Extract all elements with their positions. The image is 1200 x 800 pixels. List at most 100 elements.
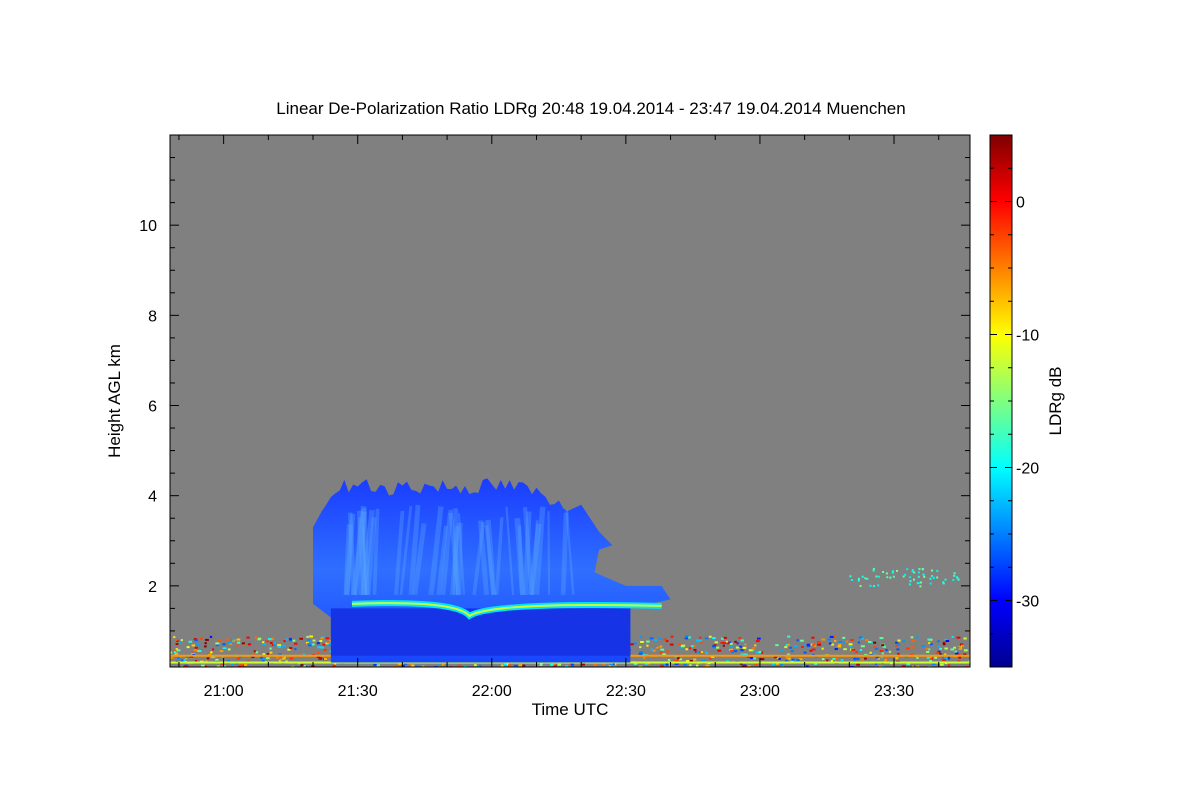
clutter-pixel (954, 650, 957, 653)
clutter-pixel (654, 638, 657, 641)
clutter-pixel (660, 664, 664, 667)
clutter-pixel (785, 644, 788, 647)
clutter-pixel (293, 642, 298, 645)
clutter-pixel (639, 646, 642, 649)
clutter-pixel (522, 664, 526, 667)
clutter-pixel (318, 657, 322, 660)
clutter-pixel (175, 638, 178, 641)
clutter-pixel (942, 643, 946, 646)
clutter-pixel (696, 639, 699, 642)
clutter-pixel (273, 642, 276, 645)
echo-pixel (864, 577, 867, 580)
clutter-pixel (176, 649, 181, 652)
clutter-pixel (780, 648, 785, 651)
clutter-pixel (319, 639, 323, 642)
clutter-pixel (215, 658, 219, 661)
clutter-pixel (319, 646, 323, 649)
clutter-pixel (742, 646, 747, 649)
clutter-pixel (780, 664, 783, 667)
clutter-pixel (857, 641, 860, 644)
clutter-pixel (215, 642, 220, 645)
clutter-pixel (253, 650, 256, 653)
clutter-pixel (715, 646, 720, 649)
x-tick-label: 22:00 (472, 683, 512, 700)
clutter-pixel (743, 644, 748, 647)
clutter-pixel (730, 645, 733, 648)
clutter-pixel (289, 647, 293, 650)
clutter-pixel (222, 647, 227, 650)
colorbar-tick-label: -20 (1016, 461, 1039, 478)
y-tick-label: 6 (148, 399, 157, 416)
clutter-pixel (666, 650, 670, 653)
clutter-pixel (267, 638, 272, 641)
clutter-pixel (280, 658, 283, 661)
clutter-pixel (663, 638, 667, 641)
clutter-pixel (954, 652, 959, 655)
clutter-pixel (790, 650, 794, 653)
clutter-pixel (897, 639, 901, 642)
clutter-pixel (693, 658, 697, 661)
clutter-pixel (958, 647, 963, 650)
clutter-pixel (180, 639, 183, 642)
x-tick-label: 23:30 (874, 683, 914, 700)
clutter-pixel (308, 642, 313, 645)
clutter-pixel (689, 664, 692, 667)
clutter-pixel (550, 663, 554, 666)
echo-pixel (861, 575, 864, 578)
echo-pixel (942, 581, 945, 584)
clutter-pixel (753, 657, 757, 660)
clutter-pixel (879, 637, 884, 640)
cloud-streak (560, 512, 569, 595)
clutter-pixel (186, 646, 190, 649)
echo-pixel (891, 570, 894, 573)
clutter-pixel (211, 648, 215, 651)
echo-pixel (906, 568, 909, 571)
clutter-pixel (198, 649, 202, 652)
clutter-pixel (865, 639, 869, 642)
clutter-pixel (683, 663, 687, 666)
clutter-pixel (236, 638, 241, 641)
clutter-pixel (219, 650, 224, 653)
clutter-pixel (934, 656, 938, 659)
clutter-pixel (236, 657, 240, 660)
clutter-pixel (241, 642, 245, 645)
clutter-pixel (811, 648, 816, 651)
clutter-pixel (325, 637, 330, 640)
clutter-pixel (581, 663, 585, 666)
clutter-pixel (685, 648, 689, 651)
clutter-pixel (646, 644, 649, 647)
clutter-pixel (288, 637, 292, 640)
clutter-pixel (789, 646, 792, 649)
y-tick-label: 8 (148, 308, 157, 325)
x-tick-label: 21:30 (338, 683, 378, 700)
clutter-pixel (262, 641, 265, 644)
clutter-pixel (860, 645, 865, 648)
clutter-pixel (740, 649, 744, 652)
clutter-pixel (787, 643, 790, 646)
clutter-pixel (937, 640, 940, 643)
clutter-pixel (735, 646, 740, 649)
clutter-pixel (675, 659, 679, 662)
clutter-pixel (809, 649, 813, 652)
clutter-pixel (794, 645, 798, 648)
clutter-pixel (680, 645, 685, 648)
clutter-pixel (963, 649, 968, 652)
echo-pixel (886, 576, 889, 579)
ldr-chart: Linear De-Polarization Ratio LDRg 20:48 … (105, 99, 1065, 719)
clutter-pixel (720, 641, 723, 644)
clutter-pixel (752, 646, 756, 649)
clutter-pixel (642, 657, 646, 660)
echo-pixel (877, 584, 880, 587)
clutter-pixel (306, 635, 309, 638)
echo-pixel (956, 577, 959, 580)
clutter-pixel (179, 642, 182, 645)
clutter-pixel (678, 643, 682, 646)
clutter-pixel (332, 664, 336, 667)
clutter-pixel (204, 645, 207, 648)
clutter-pixel (508, 664, 512, 667)
clutter-pixel (204, 638, 209, 641)
echo-pixel (892, 575, 895, 578)
clutter-pixel (911, 639, 915, 642)
clutter-pixel (670, 635, 674, 638)
clutter-pixel (733, 650, 738, 653)
